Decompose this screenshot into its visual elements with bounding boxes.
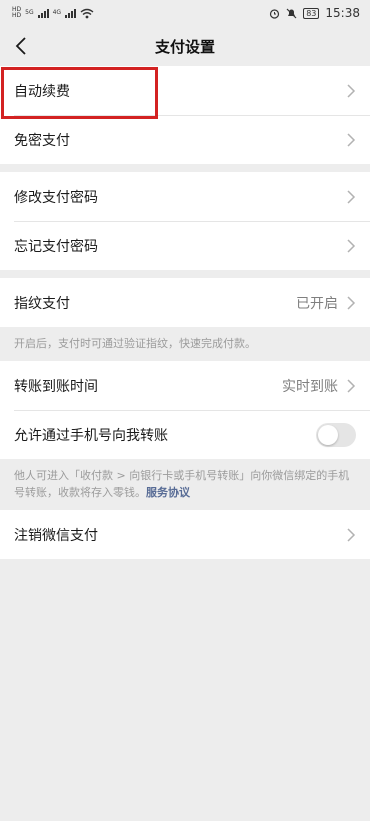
chevron-left-icon[interactable] xyxy=(10,34,34,58)
status-time: 15:38 xyxy=(325,6,360,20)
change-password-label: 修改支付密码 xyxy=(14,189,98,206)
phone-transfer-label: 允许通过手机号向我转账 xyxy=(14,427,168,444)
chevron-right-icon xyxy=(347,527,356,542)
transfer-time-item[interactable]: 转账到账时间 实时到账 xyxy=(0,361,370,410)
toggle-knob xyxy=(318,424,338,445)
signal-icon xyxy=(37,8,49,18)
mute-icon xyxy=(286,8,297,18)
transfer-hint: 他人可进入「收付款 > 向银行卡或手机号转账」向你微信绑定的手机号转账，收款将存… xyxy=(0,459,370,510)
password-free-label: 免密支付 xyxy=(14,132,70,149)
chevron-right-icon xyxy=(347,295,356,310)
transfer-time-value: 实时到账 xyxy=(282,378,338,395)
change-password-item[interactable]: 修改支付密码 xyxy=(0,172,370,221)
nav-bar: 支付设置 xyxy=(0,26,370,66)
group-deregister: 注销微信支付 xyxy=(0,510,370,559)
deregister-label: 注销微信支付 xyxy=(14,527,98,544)
signal-icon xyxy=(65,8,77,18)
chevron-right-icon xyxy=(347,132,356,147)
fingerprint-pay-item[interactable]: 指纹支付 已开启 xyxy=(0,278,370,327)
wifi-icon xyxy=(80,8,94,18)
battery-icon: 83 xyxy=(303,7,320,19)
chevron-right-icon xyxy=(347,189,356,204)
auto-renew-item[interactable]: 自动续费 xyxy=(0,66,370,115)
forgot-password-item[interactable]: 忘记支付密码 xyxy=(0,221,370,270)
fingerprint-pay-status: 已开启 xyxy=(296,295,338,312)
status-left: HD HD 5G 4G xyxy=(12,7,94,19)
group-transfer: 转账到账时间 实时到账 允许通过手机号向我转账 xyxy=(0,361,370,459)
group-subscriptions: 自动续费 免密支付 xyxy=(0,66,370,164)
sim-tags: HD HD xyxy=(12,7,21,19)
group-fingerprint: 指纹支付 已开启 xyxy=(0,278,370,327)
deregister-item[interactable]: 注销微信支付 xyxy=(0,510,370,559)
status-right: 83 15:38 xyxy=(269,6,360,20)
transfer-time-label: 转账到账时间 xyxy=(14,378,98,395)
phone-transfer-item: 允许通过手机号向我转账 xyxy=(0,410,370,459)
status-bar: HD HD 5G 4G 83 15:38 xyxy=(0,0,370,26)
chevron-right-icon xyxy=(347,83,356,98)
auto-renew-label: 自动续费 xyxy=(14,83,70,100)
network-label-2: 4G xyxy=(52,9,62,16)
group-password: 修改支付密码 忘记支付密码 xyxy=(0,172,370,270)
fingerprint-hint: 开启后，支付时可通过验证指纹，快速完成付款。 xyxy=(0,327,370,361)
page-title: 支付设置 xyxy=(154,37,215,56)
chevron-right-icon xyxy=(347,378,356,393)
alarm-icon xyxy=(270,8,280,19)
sim-tag-2: HD xyxy=(12,12,22,19)
phone-transfer-toggle[interactable] xyxy=(316,422,356,447)
network-label-1: 5G xyxy=(25,9,34,16)
password-free-item[interactable]: 免密支付 xyxy=(0,115,370,164)
chevron-right-icon xyxy=(347,238,356,253)
service-agreement-link[interactable]: 服务协议 xyxy=(146,486,190,499)
fingerprint-pay-label: 指纹支付 xyxy=(14,295,70,312)
forgot-password-label: 忘记支付密码 xyxy=(14,238,98,255)
